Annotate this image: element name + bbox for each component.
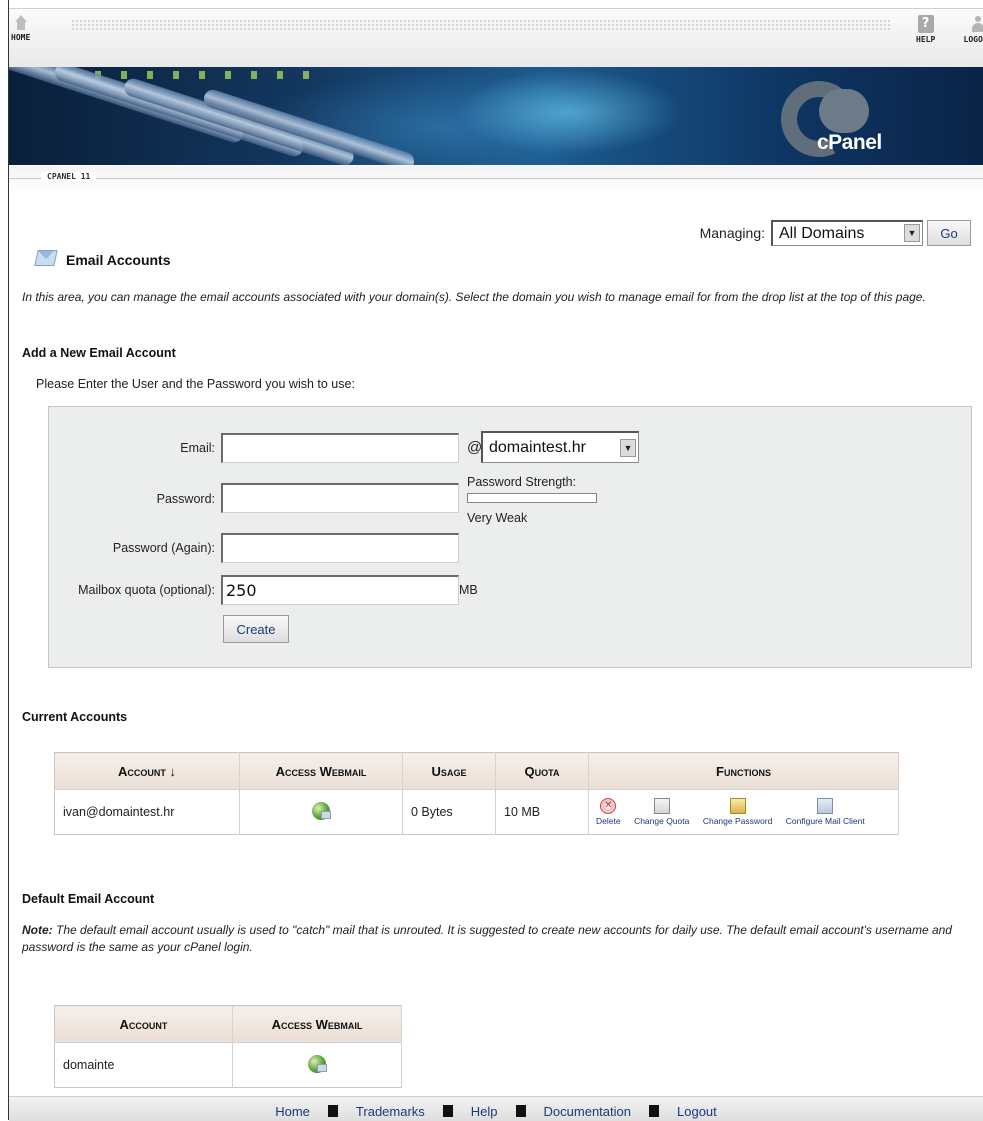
usage-cell: 0 Bytes bbox=[402, 789, 496, 835]
table-row: domainte bbox=[54, 1042, 402, 1088]
change-password-link[interactable]: Change Password bbox=[703, 798, 772, 826]
quota-cell: 10 MB bbox=[495, 789, 589, 835]
footer: Home Trademarks Help Documentation Logout bbox=[9, 1096, 983, 1121]
intro-text: In this area, you can manage the email a… bbox=[22, 290, 926, 304]
footer-trademarks-link[interactable]: Trademarks bbox=[356, 1104, 425, 1119]
default-account-note: Note: The default email account usually … bbox=[22, 922, 962, 956]
default-account-table: Account Access Webmail domainte bbox=[54, 1005, 402, 1088]
table-header-row: Account ↓ Access Webmail Usage Quota Fun… bbox=[54, 752, 899, 790]
functions-cell: ✕ Delete Change Quota Change Password Con… bbox=[588, 789, 899, 835]
chevron-down-icon: ▼ bbox=[904, 224, 920, 242]
delete-link[interactable]: ✕ Delete bbox=[596, 798, 621, 826]
password-label: Password: bbox=[156, 492, 215, 506]
create-button[interactable]: Create bbox=[223, 615, 289, 643]
version-label: CPANEL 11 bbox=[41, 172, 97, 181]
at-symbol: @ bbox=[467, 439, 483, 456]
home-icon bbox=[14, 15, 28, 31]
password-strength-value: Very Weak bbox=[467, 511, 528, 525]
add-account-instructions: Please Enter the User and the Password y… bbox=[36, 377, 355, 391]
default-account-cell: domainte bbox=[54, 1042, 233, 1088]
help-label: HELP bbox=[916, 35, 936, 44]
note-label: Note: bbox=[22, 923, 53, 937]
password-strength-meter bbox=[467, 493, 597, 503]
add-account-heading: Add a New Email Account bbox=[22, 346, 176, 360]
quota-field[interactable]: 250 bbox=[221, 575, 459, 605]
default-account-heading: Default Email Account bbox=[22, 892, 155, 906]
col-access-webmail: Access Webmail bbox=[239, 752, 403, 790]
current-accounts-table: Account ↓ Access Webmail Usage Quota Fun… bbox=[54, 752, 899, 835]
help-icon: ? bbox=[917, 15, 934, 33]
password-field[interactable] bbox=[221, 483, 459, 513]
cpanel-banner: cPanel bbox=[9, 67, 983, 165]
configure-mail-client-link[interactable]: Configure Mail Client bbox=[786, 798, 865, 826]
configure-mail-client-icon bbox=[817, 798, 834, 814]
change-quota-icon bbox=[653, 798, 670, 814]
page-title: Email Accounts bbox=[66, 252, 171, 268]
chevron-down-icon: ▼ bbox=[620, 439, 636, 457]
delete-icon: ✕ bbox=[600, 798, 617, 814]
help-nav[interactable]: ? HELP bbox=[916, 15, 935, 44]
password-strength-label: Password Strength: bbox=[467, 475, 577, 489]
go-button[interactable]: Go bbox=[927, 220, 971, 246]
current-accounts-heading: Current Accounts bbox=[22, 710, 128, 724]
email-field[interactable] bbox=[221, 433, 459, 463]
change-password-icon bbox=[729, 798, 746, 814]
add-account-form: Email: @ domaintest.hr ▼ Password: Passw… bbox=[48, 406, 972, 668]
col-usage: Usage bbox=[402, 752, 496, 790]
table-header-row: Account Access Webmail bbox=[54, 1005, 402, 1043]
home-nav[interactable]: HOME bbox=[11, 15, 30, 42]
table-row: ivan@domaintest.hr 0 Bytes 10 MB ✕ Delete… bbox=[54, 789, 899, 835]
footer-logout-link[interactable]: Logout bbox=[677, 1104, 717, 1119]
col-functions: Functions bbox=[588, 752, 899, 790]
quota-label: Mailbox quota (optional): bbox=[78, 583, 215, 597]
webmail-cell bbox=[232, 1042, 402, 1088]
top-nav-bar: HOME ? HELP LOGOUT bbox=[9, 8, 983, 67]
webmail-icon[interactable] bbox=[312, 801, 331, 820]
webmail-cell bbox=[239, 789, 403, 835]
logout-nav[interactable]: LOGOUT bbox=[958, 15, 983, 44]
email-label: Email: bbox=[180, 441, 215, 455]
col-quota: Quota bbox=[495, 752, 589, 790]
user-icon bbox=[971, 15, 983, 33]
footer-documentation-link[interactable]: Documentation bbox=[544, 1104, 631, 1119]
change-quota-link[interactable]: Change Quota bbox=[634, 798, 689, 826]
home-label: HOME bbox=[11, 33, 31, 42]
envelope-icon bbox=[36, 250, 56, 266]
quota-unit: MB bbox=[459, 583, 478, 597]
password-again-label: Password (Again): bbox=[112, 541, 215, 555]
footer-links: Home Trademarks Help Documentation Logout bbox=[9, 1104, 983, 1119]
domain-select[interactable]: domaintest.hr ▼ bbox=[481, 431, 639, 463]
decorative-dots bbox=[71, 19, 891, 31]
col-account: Account bbox=[54, 1005, 233, 1043]
password-again-field[interactable] bbox=[221, 533, 459, 563]
webmail-icon[interactable] bbox=[308, 1054, 327, 1073]
note-text: The default email account usually is use… bbox=[22, 923, 952, 954]
logout-label: LOGOUT bbox=[963, 35, 983, 44]
managing-label: Managing: bbox=[699, 225, 765, 241]
account-cell: ivan@domaintest.hr bbox=[54, 789, 240, 835]
version-strip: CPANEL 11 bbox=[9, 166, 983, 196]
footer-help-link[interactable]: Help bbox=[471, 1104, 498, 1119]
col-account[interactable]: Account ↓ bbox=[54, 752, 240, 790]
cpanel-logo-text: cPanel bbox=[817, 131, 882, 154]
col-access-webmail: Access Webmail bbox=[232, 1005, 402, 1043]
footer-home-link[interactable]: Home bbox=[275, 1104, 310, 1119]
managing-selector: Managing: All Domains ▼ Go bbox=[700, 220, 971, 246]
domain-filter-select[interactable]: All Domains ▼ bbox=[771, 220, 923, 246]
